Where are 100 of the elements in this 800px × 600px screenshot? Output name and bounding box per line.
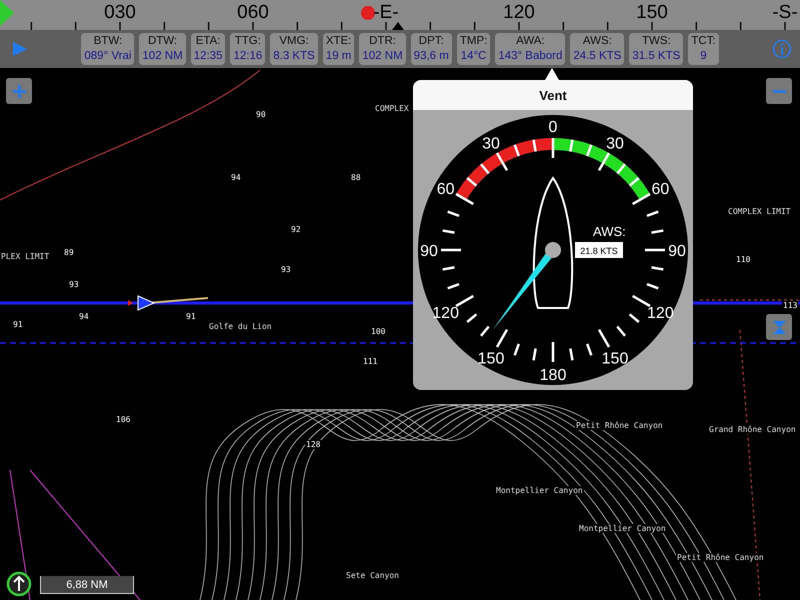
heading-dot-icon [361,6,375,20]
compass-label: 150 [636,2,668,24]
compass-label: -E- [373,2,399,24]
boat-icon [128,295,210,311]
gauge-scale-label: 150 [602,350,628,368]
info-icon[interactable] [772,39,792,59]
instrument-box[interactable]: DTR: 102 NM [359,33,406,65]
instrument-box[interactable]: TTG: 12:16 [230,33,266,65]
gauge-scale-label: 180 [540,367,566,384]
instrument-box[interactable]: TWS: 31.5 KTS [629,33,684,65]
needle-hub [545,242,561,258]
start-marker-icon [0,0,14,26]
instrument-value: 93,6 m [414,49,449,64]
gauge-scale-label: 0 [548,119,558,136]
gauge-scale-label: 90 [420,243,438,260]
instrument-value: 9 [700,49,707,64]
compass-label: 030 [104,2,136,24]
chart-label: Montpellier Canyon [495,486,584,495]
instrument-label: XTE: [326,34,352,49]
chart-label: Grand Rhône Canyon [708,425,797,434]
zoom-in-button[interactable] [6,78,32,104]
instrument-value: 143° Babord [498,49,562,64]
north-up-icon[interactable] [6,571,32,597]
depth-sounding: 91 [12,320,24,329]
play-icon[interactable] [12,41,28,57]
popup-title: Vent [413,80,693,110]
compass-label: 060 [237,2,269,24]
instrument-value: 12:16 [233,49,262,64]
depth-sounding: 93 [280,265,292,274]
depth-sounding: 110 [735,255,752,264]
instrument-label: DTW: [148,34,178,49]
depth-sounding: 91 [185,312,197,321]
gauge-scale-label: 150 [478,350,504,368]
depth-sounding: 92 [290,225,302,234]
instrument-label: TTG: [234,34,261,49]
instrument-box[interactable]: ETA: 12:35 [190,33,226,65]
depth-sounding: 94 [230,173,242,182]
instrument-value: 8.3 KTS [273,49,315,64]
instrument-value: 14°C [460,49,486,64]
instrument-value: 102 NM [142,49,183,64]
depth-sounding: 93 [68,280,80,289]
chart-label: COMPLEX LIMIT [727,207,792,216]
depth-sounding: 128 [305,440,322,449]
depth-sounding: 111 [362,357,378,366]
instrument-box[interactable]: VMG: 8.3 KTS [270,33,318,65]
zoom-out-button[interactable] [766,78,792,104]
plus-icon [12,84,26,98]
hourglass-icon [772,320,786,334]
chart-label: PLEX LIMIT [0,252,50,261]
depth-sounding: 90 [255,110,267,119]
chart-label: Sete Canyon [345,571,400,580]
depth-sounding: 106 [115,415,132,424]
instrument-label: ETA: [196,34,220,49]
instrument-box[interactable]: TMP: 14°C [456,33,490,65]
gauge-scale-label: 60 [652,181,670,198]
depth-sounding: 88 [350,173,362,182]
instrument-label: AWS: [582,34,612,49]
instrument-label: DTR: [369,34,396,49]
gauge-scale-label: 30 [606,136,624,153]
chart-label: Petit Rhône Canyon [676,553,765,562]
aws-label: AWS: [593,224,626,239]
instrument-box[interactable]: TCT: 9 [688,33,719,65]
gauge-scale-label: 60 [436,181,454,198]
instrument-box[interactable]: DPT: 93,6 m [410,33,452,65]
chart-label: COMPLEX [374,104,410,113]
instrument-label: TWS: [642,34,671,49]
instrument-label: TMP: [460,34,488,49]
center-boat-button[interactable] [766,314,792,340]
aws-value: 21.8 KTS [580,246,618,256]
chart-label: Petit Rhône Canyon [575,421,664,430]
instrument-value: 089° Vrai [84,49,132,64]
heading-pointer-icon [392,22,404,30]
depth-sounding: 94 [78,312,90,321]
gauge-scale-label: 120 [647,305,674,322]
depth-sounding: 100 [370,327,386,336]
instrument-value: 31.5 KTS [632,49,680,64]
gauge-scale-label: 30 [482,136,500,153]
instrument-box[interactable]: AWS: 24.5 KTS [570,33,624,65]
instrument-value: 24.5 KTS [573,49,622,64]
instrument-box[interactable]: BTW: 089° Vrai [81,33,134,65]
instrument-label: VMG: [279,34,309,49]
chart-label: Golfe du Lion [208,322,273,331]
instrument-label: BTW: [94,34,122,49]
chart-label: Montpellier Canyon [578,524,667,533]
gauge-scale-label: 90 [668,243,686,260]
instrument-value: 19 m [326,49,352,64]
instrument-label: AWA: [516,34,545,49]
instrument-box[interactable]: AWA: 143° Babord [495,33,566,65]
compass-label: 120 [503,2,535,24]
scale-distance: 6,88 NM [66,578,108,590]
instrument-value: 102 NM [362,49,403,64]
aws-value-box [575,242,623,258]
instrument-label: DPT: [418,34,444,49]
depth-sounding: 113 [782,301,798,310]
instrument-value: 12:35 [194,49,222,64]
compass-label: -S- [772,2,798,24]
instrument-box[interactable]: DTW: 102 NM [139,33,186,65]
depth-sounding: 89 [63,248,75,257]
instrument-label: TCT: [691,34,716,49]
instrument-box[interactable]: XTE: 19 m [322,33,354,65]
